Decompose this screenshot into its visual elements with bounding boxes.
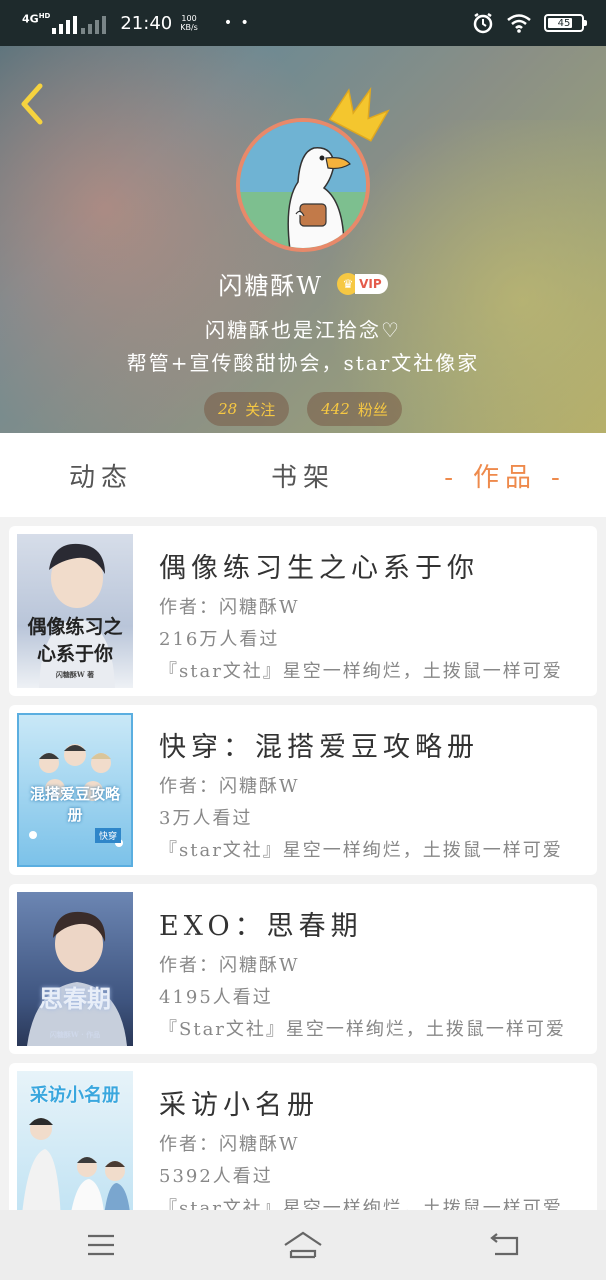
- work-title: 快穿：混搭爱豆攻略册: [159, 732, 479, 763]
- tab-works[interactable]: 作品: [404, 457, 606, 494]
- book-cover[interactable]: 偶像练习之心系于你 闪糖酥W 著: [17, 534, 133, 688]
- work-title: 偶像练习生之心系于你: [159, 553, 479, 584]
- work-title: EXO：思春期: [159, 911, 363, 942]
- signal-icon: [52, 12, 78, 34]
- username-row: 闪糖酥W ♛ VIP: [0, 266, 606, 301]
- username: 闪糖酥W: [218, 272, 324, 300]
- system-nav-bar: [0, 1210, 606, 1280]
- menu-icon: [88, 1234, 114, 1256]
- work-views: 3万人看过: [159, 808, 253, 829]
- work-card-4[interactable]: 采访小名册 采访小名册 作者：闪糖酥W 5392人看过 『star文社』星空一样…: [9, 1063, 597, 1233]
- home-button[interactable]: [273, 1220, 333, 1270]
- work-description: 『star文社』星空一样绚烂，土拨鼠一样可爱: [159, 840, 563, 861]
- work-views: 4195人看过: [159, 987, 273, 1008]
- network-type: 4GHD: [22, 12, 51, 26]
- cover-portrait: [27, 911, 127, 1046]
- back-icon: [490, 1233, 519, 1256]
- profile-tabs: 动态 书架 作品: [0, 433, 606, 517]
- work-description: 『star文社』星空一样绚烂，土拨鼠一样可爱: [159, 661, 563, 682]
- work-author: 作者：闪糖酥W: [159, 1134, 300, 1155]
- work-author: 作者：闪糖酥W: [159, 955, 300, 976]
- back-arrow-icon[interactable]: [16, 80, 48, 128]
- menu-button[interactable]: [71, 1220, 131, 1270]
- work-views: 216万人看过: [159, 629, 280, 650]
- crown-icon: [328, 86, 390, 142]
- work-description: 『Star文社』星空一样绚烂，土拨鼠一样可爱: [159, 1019, 566, 1040]
- clock: 21:40: [120, 12, 173, 34]
- works-list: 偶像练习之心系于你 闪糖酥W 著 偶像练习生之心系于你 作者：闪糖酥W 216万…: [9, 526, 597, 1242]
- cover-badge: 快穿: [94, 828, 121, 843]
- wifi-icon: [507, 14, 531, 33]
- book-cover[interactable]: 思春期 闪糖酥W · 作品: [17, 892, 133, 1046]
- back-button[interactable]: [475, 1220, 535, 1270]
- notification-dots: • •: [223, 15, 251, 31]
- home-icon: [284, 1231, 322, 1259]
- book-cover[interactable]: 混搭爱豆攻略册 快穿: [17, 713, 133, 867]
- bio-line-1: 闪糖酥也是江拾念♡: [205, 318, 401, 342]
- work-author: 作者：闪糖酥W: [159, 597, 300, 618]
- work-author: 作者：闪糖酥W: [159, 776, 300, 797]
- battery-icon: 45: [544, 14, 587, 32]
- work-card-2[interactable]: 混搭爱豆攻略册 快穿 快穿：混搭爱豆攻略册 作者：闪糖酥W 3万人看过 『sta…: [9, 705, 597, 875]
- work-title: 采访小名册: [159, 1090, 319, 1121]
- work-card-1[interactable]: 偶像练习之心系于你 闪糖酥W 著 偶像练习生之心系于你 作者：闪糖酥W 216万…: [9, 526, 597, 696]
- stats-row: 28 关注 442 粉丝: [0, 392, 606, 426]
- tab-bookshelf[interactable]: 书架: [202, 457, 404, 494]
- network-speed: 100 KB/s: [180, 14, 198, 32]
- work-views: 5392人看过: [159, 1166, 273, 1187]
- signal-2-icon: [81, 12, 107, 34]
- tab-activity[interactable]: 动态: [0, 457, 202, 494]
- followers-button[interactable]: 442 粉丝: [307, 392, 402, 426]
- following-button[interactable]: 28 关注: [204, 392, 290, 426]
- vip-badge[interactable]: ♛ VIP: [337, 272, 388, 295]
- alarm-icon: [473, 12, 493, 34]
- book-cover[interactable]: 采访小名册: [17, 1071, 133, 1225]
- work-card-3[interactable]: 思春期 闪糖酥W · 作品 EXO：思春期 作者：闪糖酥W 4195人看过 『S…: [9, 884, 597, 1054]
- bio-line-2: 帮管+宣传酸甜协会，star文社像家: [126, 351, 480, 375]
- status-bar: 4GHD 21:40 100 KB/s • • 45: [0, 0, 606, 46]
